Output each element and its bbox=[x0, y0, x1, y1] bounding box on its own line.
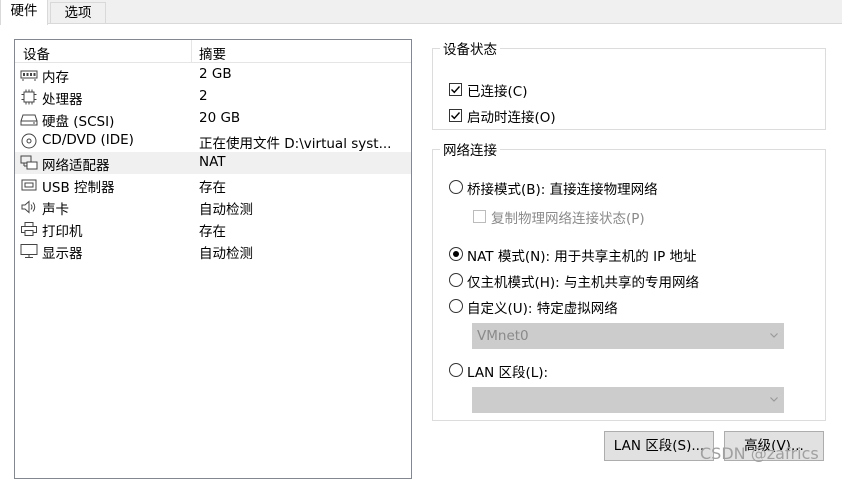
device-summary: 20 GB bbox=[199, 110, 241, 126]
device-row-printer[interactable]: 打印机 存在 bbox=[15, 218, 411, 240]
custom-label[interactable]: 自定义(U): 特定虚拟网络 bbox=[467, 297, 618, 317]
device-name: 声卡 bbox=[42, 202, 69, 218]
printer-icon bbox=[21, 222, 37, 236]
device-row-sound-card[interactable]: 声卡 自动检测 bbox=[15, 196, 411, 218]
device-name: CD/DVD (IDE) bbox=[42, 132, 134, 148]
device-name: 硬盘 (SCSI) bbox=[42, 114, 115, 130]
device-name: 打印机 bbox=[42, 224, 83, 240]
device-summary: 自动检测 bbox=[199, 246, 253, 262]
device-name: 网络适配器 bbox=[42, 158, 110, 174]
nat-radio[interactable] bbox=[449, 247, 463, 261]
chevron-down-icon bbox=[770, 397, 778, 402]
custom-radio[interactable] bbox=[449, 299, 463, 313]
device-row-hard-disk[interactable]: 硬盘 (SCSI) 20 GB bbox=[15, 108, 411, 130]
connect-on-start-checkbox[interactable] bbox=[449, 109, 462, 122]
nat-label[interactable]: NAT 模式(N): 用于共享主机的 IP 地址 bbox=[467, 245, 697, 265]
device-name: 处理器 bbox=[42, 92, 83, 108]
connected-checkbox[interactable] bbox=[449, 83, 462, 96]
network-connection-group: 网络连接 桥接模式(B): 直接连接物理网络 复制物理网络连接状态(P) NAT… bbox=[432, 139, 826, 421]
bridged-radio[interactable] bbox=[449, 180, 463, 194]
network-adapter-icon bbox=[20, 155, 38, 170]
device-row-usb[interactable]: USB 控制器 存在 bbox=[15, 174, 411, 196]
device-name: 显示器 bbox=[42, 246, 83, 262]
replicate-label[interactable]: 复制物理网络连接状态(P) bbox=[491, 207, 645, 227]
tab-bar-divider bbox=[0, 23, 842, 24]
speaker-icon bbox=[21, 200, 36, 214]
device-list-header: 设备 摘要 bbox=[15, 40, 411, 63]
checkmark-icon bbox=[451, 112, 461, 120]
column-header-device[interactable]: 设备 bbox=[23, 43, 50, 63]
lan-segment-label[interactable]: LAN 区段(L): bbox=[467, 361, 548, 381]
chevron-down-icon bbox=[770, 333, 778, 338]
radio-selected-dot bbox=[453, 251, 459, 257]
device-summary: 存在 bbox=[199, 224, 226, 240]
tab-options[interactable]: 选项 bbox=[50, 2, 106, 23]
column-header-summary[interactable]: 摘要 bbox=[199, 43, 226, 63]
lan-segment-radio[interactable] bbox=[449, 363, 463, 377]
device-summary: NAT bbox=[199, 154, 226, 170]
host-only-label[interactable]: 仅主机模式(H): 与主机共享的专用网络 bbox=[467, 271, 699, 291]
checkmark-icon bbox=[451, 86, 461, 94]
watermark: CSDN @zafrics bbox=[700, 444, 819, 463]
cpu-icon bbox=[21, 89, 37, 105]
hard-disk-icon bbox=[20, 114, 38, 126]
device-row-memory[interactable]: 内存 2 GB bbox=[15, 64, 411, 86]
device-row-display[interactable]: 显示器 自动检测 bbox=[15, 240, 411, 262]
monitor-icon bbox=[20, 244, 38, 258]
device-summary: 2 bbox=[199, 88, 208, 104]
replicate-checkbox[interactable] bbox=[473, 210, 486, 223]
device-summary: 存在 bbox=[199, 180, 226, 196]
device-row-network-adapter[interactable]: 网络适配器 NAT bbox=[15, 152, 411, 174]
tab-hardware[interactable]: 硬件 bbox=[0, 0, 48, 25]
host-only-radio[interactable] bbox=[449, 273, 463, 287]
bridged-label[interactable]: 桥接模式(B): 直接连接物理网络 bbox=[467, 178, 658, 198]
device-summary: 2 GB bbox=[199, 66, 232, 82]
device-status-title: 设备状态 bbox=[443, 42, 497, 58]
device-row-cd-dvd[interactable]: CD/DVD (IDE) 正在使用文件 D:\virtual syst... bbox=[15, 130, 411, 152]
custom-network-select[interactable]: VMnet0 bbox=[472, 323, 784, 349]
lan-segments-button[interactable]: LAN 区段(S)... bbox=[604, 431, 714, 461]
usb-icon bbox=[21, 179, 37, 191]
device-list[interactable]: 设备 摘要 内存 2 GB 处理器 2 硬盘 (SCSI) 20 GB CD/D… bbox=[14, 39, 412, 479]
tab-bar: 硬件 选项 bbox=[0, 0, 842, 25]
connect-on-start-label[interactable]: 启动时连接(O) bbox=[467, 106, 556, 126]
lan-segment-select[interactable] bbox=[472, 387, 784, 413]
memory-icon bbox=[20, 70, 38, 81]
device-status-group: 设备状态 已连接(C) 启动时连接(O) bbox=[432, 38, 826, 130]
device-summary: 正在使用文件 D:\virtual syst... bbox=[199, 136, 392, 152]
custom-network-value: VMnet0 bbox=[477, 328, 529, 344]
device-name: USB 控制器 bbox=[42, 180, 115, 196]
network-connection-title: 网络连接 bbox=[443, 143, 497, 159]
device-summary: 自动检测 bbox=[199, 202, 253, 218]
connected-label[interactable]: 已连接(C) bbox=[467, 80, 527, 100]
device-row-processor[interactable]: 处理器 2 bbox=[15, 86, 411, 108]
cd-dvd-icon bbox=[21, 133, 37, 149]
device-name: 内存 bbox=[42, 70, 69, 86]
column-separator[interactable] bbox=[191, 40, 192, 62]
